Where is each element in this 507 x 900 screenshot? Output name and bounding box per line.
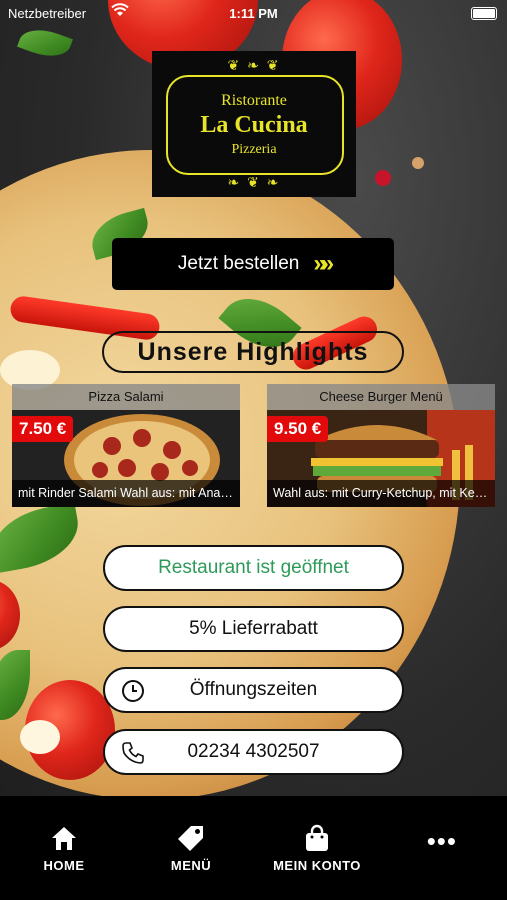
nav-menu-label: MENÜ — [170, 858, 212, 873]
phone-number: 02234 4302507 — [187, 741, 320, 762]
open-status-label: Restaurant ist geöffnet — [158, 557, 349, 578]
highlights-heading: Unsere Highlights — [102, 331, 404, 373]
highlights-title: Unsere Highlights — [137, 337, 369, 366]
flourish-ornament: ❧ ❦ ❧ — [227, 174, 281, 190]
restaurant-logo: ❦ ❧ ❦ Ristorante La Cucina Pizzeria ❧ ❦ … — [152, 51, 356, 197]
nav-account[interactable]: MEIN KONTO — [267, 824, 367, 873]
mozzarella — [20, 720, 60, 754]
nav-account-label: MEIN KONTO — [273, 858, 361, 873]
product-card-cheese-burger[interactable]: Cheese Burger Menü 9.50 € Wahl aus: mit … — [267, 384, 495, 507]
clock-icon — [121, 679, 145, 703]
peppercorn — [375, 170, 391, 186]
phone-icon — [121, 741, 145, 765]
home-icon — [50, 824, 78, 852]
more-icon[interactable]: ••• — [427, 828, 457, 854]
logo-line-2: La Cucina — [200, 112, 308, 138]
product-description: Wahl aus: mit Curry-Ketchup, mit Ketch..… — [267, 480, 495, 507]
delivery-discount-pill[interactable]: 5% Lieferrabatt — [103, 606, 404, 652]
price-badge: 7.50 € — [12, 416, 74, 442]
phone-button[interactable]: 02234 4302507 — [103, 729, 404, 775]
nav-home[interactable]: HOME — [14, 824, 114, 873]
discount-label: 5% Lieferrabatt — [189, 618, 318, 639]
product-name: Pizza Salami — [12, 384, 240, 410]
nav-home-label: HOME — [43, 858, 85, 873]
order-now-label: Jetzt bestellen — [177, 253, 300, 274]
bottom-nav: HOME MENÜ MEIN KONTO ••• — [0, 796, 507, 900]
logo-line-3: Pizzeria — [231, 142, 277, 157]
product-name: Cheese Burger Menü — [267, 384, 495, 410]
battery-icon — [471, 7, 497, 20]
nav-menu[interactable]: MENÜ — [141, 824, 241, 873]
price-badge: 9.50 € — [267, 416, 329, 442]
product-description: mit Rinder Salami Wahl aus: mit Ananas..… — [12, 480, 240, 507]
opening-hours-button[interactable]: Öffnungszeiten — [103, 667, 404, 713]
tag-icon — [177, 824, 205, 852]
logo-line-1: Ristorante — [221, 92, 287, 109]
shopping-bag-icon — [303, 824, 331, 852]
status-bar: Netzbetreiber 1:11 PM — [0, 0, 507, 28]
product-card-pizza-salami[interactable]: Pizza Salami 7.50 € mit Rinder Salami Wa… — [12, 384, 240, 507]
app-screen: Netzbetreiber 1:11 PM ❦ ❧ ❦ Ristorante L… — [0, 0, 507, 900]
flourish-ornament: ❦ ❧ ❦ — [227, 57, 281, 73]
peppercorn — [412, 157, 424, 169]
opening-hours-label: Öffnungszeiten — [189, 679, 318, 700]
open-status-pill[interactable]: Restaurant ist geöffnet — [103, 545, 404, 591]
double-chevron-right-icon: »» — [313, 250, 334, 277]
order-now-button[interactable]: Jetzt bestellen »» — [112, 238, 394, 290]
clock: 1:11 PM — [229, 6, 278, 21]
